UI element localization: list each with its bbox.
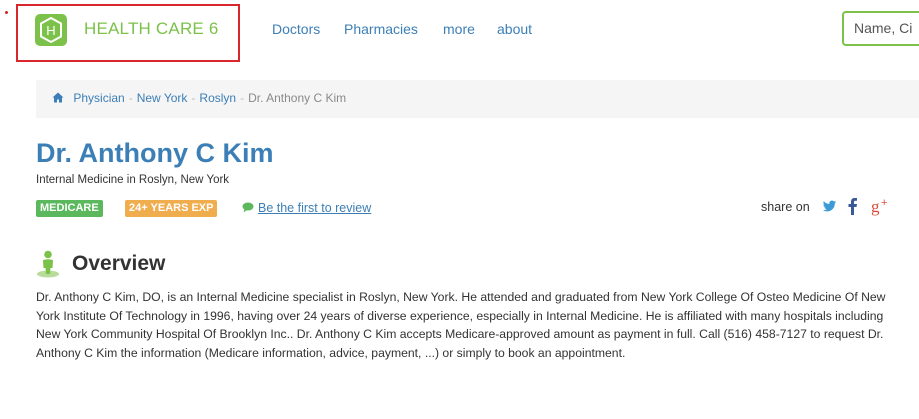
breadcrumb-physician[interactable]: Physician <box>73 91 124 105</box>
review-link-label: Be the first to review <box>258 201 372 215</box>
medicare-badge: MEDICARE <box>36 200 103 217</box>
breadcrumb-separator: - <box>240 91 245 105</box>
doctor-name-title: Dr. Anthony C Kim <box>36 138 274 168</box>
logo-letter: H <box>46 23 55 38</box>
top-navbar: H HEALTH CARE 6 Doctors Pharmacies more … <box>0 0 919 62</box>
comment-icon <box>242 202 254 216</box>
breadcrumb: Physician - New York - Roslyn - Dr. Anthony C … <box>36 80 919 118</box>
hexagon-logo-icon: H <box>35 14 67 46</box>
marker-dot <box>5 11 8 14</box>
home-icon[interactable] <box>52 92 64 106</box>
nav-pharmacies[interactable]: Pharmacies <box>344 21 418 37</box>
search-input[interactable] <box>844 13 919 43</box>
experience-badge: 24+ YEARS EXP <box>125 200 218 217</box>
share-label: share on <box>761 200 810 214</box>
search-box[interactable] <box>842 11 919 46</box>
nav-about[interactable]: about <box>497 21 532 37</box>
logo-text[interactable]: HEALTH CARE 6 <box>84 19 219 39</box>
nav-doctors[interactable]: Doctors <box>272 21 320 37</box>
facebook-icon[interactable] <box>846 197 858 220</box>
twitter-icon[interactable] <box>821 198 838 219</box>
review-link[interactable]: Be the first to review <box>242 201 371 216</box>
svg-text:g: g <box>871 197 880 216</box>
nav-more[interactable]: more <box>443 21 475 37</box>
svg-text:+: + <box>881 197 887 209</box>
breadcrumb-roslyn[interactable]: Roslyn <box>199 91 236 105</box>
doctor-specialty: Internal Medicine in Roslyn, New York <box>36 174 230 186</box>
breadcrumb-separator: - <box>128 91 133 105</box>
person-location-icon <box>36 250 60 283</box>
google-plus-icon[interactable]: g + <box>871 196 893 221</box>
overview-paragraph: Dr. Anthony C Kim, DO, is an Internal Me… <box>36 290 886 360</box>
breadcrumb-separator: - <box>191 91 196 105</box>
breadcrumb-new-york[interactable]: New York <box>137 91 188 105</box>
overview-heading: Overview <box>72 252 166 275</box>
logo-highlight-box[interactable]: H HEALTH CARE 6 <box>16 4 240 62</box>
breadcrumb-current: Dr. Anthony C Kim <box>248 91 347 105</box>
